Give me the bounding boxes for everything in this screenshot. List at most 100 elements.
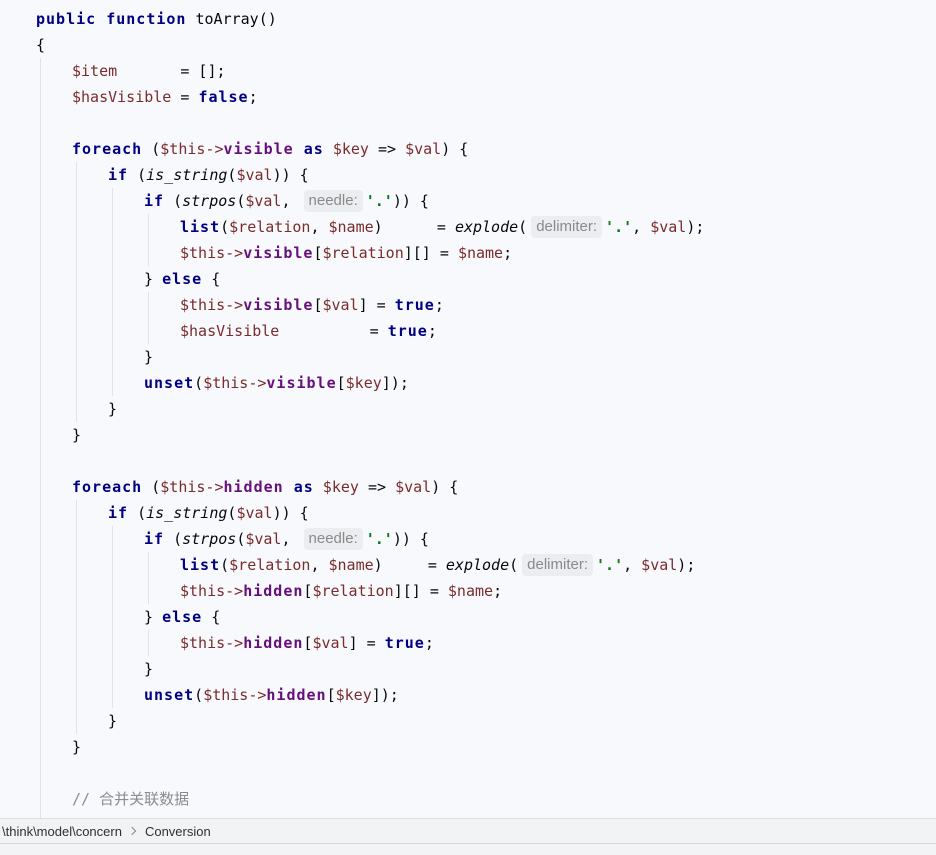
string-literal: '.' — [605, 218, 633, 236]
code-text: ( — [128, 166, 147, 184]
code-line[interactable]: $hasVisible = false; — [36, 84, 936, 110]
code-text: ) = — [373, 556, 446, 574]
breadcrumb-item-class[interactable]: Conversion — [145, 824, 211, 839]
variable: $hasVisible — [180, 322, 280, 340]
code-text: ); — [677, 556, 696, 574]
keyword: true — [387, 322, 428, 340]
code-line[interactable]: $this->visible[$relation][] = $name; — [36, 240, 936, 266]
variable: $val — [395, 478, 432, 496]
code-text: } — [144, 608, 163, 626]
variable: $val — [650, 218, 687, 236]
code-text: , — [281, 192, 300, 210]
code-line[interactable]: } — [36, 656, 936, 682]
variable: $this-> — [180, 244, 244, 262]
variable: $val — [405, 140, 442, 158]
code-text: } — [144, 348, 154, 366]
blank-line[interactable] — [36, 760, 936, 786]
code-line[interactable]: if (strpos($val, needle: '.')) { — [36, 188, 936, 214]
code-text: ; — [503, 244, 513, 262]
code-line[interactable]: } — [36, 734, 936, 760]
code-editor[interactable]: public function toArray(){$item = []; $ha… — [0, 0, 936, 818]
code-text: ][] = — [403, 244, 458, 262]
code-text: [ — [326, 686, 336, 704]
code-text: ( — [164, 192, 183, 210]
code-text: () — [258, 10, 277, 28]
code-text: ]); — [381, 374, 409, 392]
parameter-hint: delimiter: — [522, 554, 594, 576]
code-line[interactable]: } else { — [36, 604, 936, 630]
code-line[interactable]: list($relation, $name) = explode(delimit… — [36, 214, 936, 240]
code-line[interactable]: if (is_string($val)) { — [36, 500, 936, 526]
code-text: ( — [236, 530, 246, 548]
code-line[interactable]: } — [36, 396, 936, 422]
code-text: , — [623, 556, 642, 574]
code-line[interactable]: foreach ($this->visible as $key => $val)… — [36, 136, 936, 162]
code-line[interactable]: } — [36, 422, 936, 448]
function-call: is_string — [146, 504, 228, 522]
field-name: visible — [223, 140, 294, 158]
variable: $this-> — [180, 582, 244, 600]
code-text: ( — [236, 192, 246, 210]
code-text: => — [368, 140, 406, 158]
code-line[interactable]: if (is_string($val)) { — [36, 162, 936, 188]
variable: $val — [236, 166, 273, 184]
breadcrumb-item-namespace[interactable]: \think\model\concern — [2, 824, 122, 839]
code-line[interactable]: list($relation, $name) = explode(delimit… — [36, 552, 936, 578]
string-literal: '.' — [365, 530, 393, 548]
code-text: ( — [128, 504, 147, 522]
code-line[interactable]: { — [36, 32, 936, 58]
code-text: ( — [509, 556, 519, 574]
variable: $relation — [312, 582, 394, 600]
function-call: is_string — [146, 166, 228, 184]
variable: $val — [245, 530, 282, 548]
code-text: { — [36, 36, 46, 54]
parameter-hint: needle: — [303, 528, 363, 550]
code-text: ( — [220, 218, 230, 236]
code-text: ( — [142, 140, 161, 158]
code-text: } — [72, 426, 82, 444]
variable: $key — [335, 686, 372, 704]
code-line[interactable]: } — [36, 708, 936, 734]
code-text: = — [279, 322, 388, 340]
function-call: strpos — [182, 192, 237, 210]
variable: $this-> — [203, 374, 267, 392]
function-call: explode — [454, 218, 519, 236]
code-text: ( — [194, 374, 204, 392]
code-text: = — [171, 88, 199, 106]
keyword: as — [283, 478, 314, 496]
variable: $name — [328, 556, 374, 574]
field-name: visible — [243, 244, 314, 262]
variable: $this-> — [160, 478, 224, 496]
variable: $this-> — [160, 140, 224, 158]
code-line[interactable]: } — [36, 344, 936, 370]
code-line[interactable]: $this->visible[$val] = true; — [36, 292, 936, 318]
code-line[interactable]: public function toArray() — [36, 6, 936, 32]
code-line[interactable]: $item = []; — [36, 58, 936, 84]
code-text: } — [108, 712, 118, 730]
code-text: ] = — [348, 634, 385, 652]
code-line[interactable]: } else { — [36, 266, 936, 292]
code-line[interactable]: $hasVisible = true; — [36, 318, 936, 344]
code-line[interactable]: $this->hidden[$val] = true; — [36, 630, 936, 656]
code-text: ( — [194, 686, 204, 704]
code-line[interactable]: unset($this->hidden[$key]); — [36, 682, 936, 708]
field-name: hidden — [223, 478, 284, 496]
code-area[interactable]: public function toArray(){$item = []; $ha… — [36, 6, 936, 812]
code-line[interactable]: foreach ($this->hidden as $key => $val) … — [36, 474, 936, 500]
blank-line[interactable] — [36, 110, 936, 136]
code-line[interactable]: $this->hidden[$relation][] = $name; — [36, 578, 936, 604]
blank-line[interactable] — [36, 448, 936, 474]
variable: $this-> — [203, 686, 267, 704]
string-literal: '.' — [365, 192, 393, 210]
variable: $name — [328, 218, 374, 236]
keyword: else — [162, 270, 203, 288]
function-call: strpos — [182, 530, 237, 548]
keyword: if — [108, 504, 129, 522]
keyword: unset — [144, 374, 195, 392]
code-line[interactable]: // 合并关联数据 — [36, 786, 936, 812]
keyword: unset — [144, 686, 195, 704]
code-line[interactable]: if (strpos($val, needle: '.')) { — [36, 526, 936, 552]
variable: $val — [245, 192, 282, 210]
code-line[interactable]: unset($this->visible[$key]); — [36, 370, 936, 396]
code-text: ; — [248, 88, 258, 106]
